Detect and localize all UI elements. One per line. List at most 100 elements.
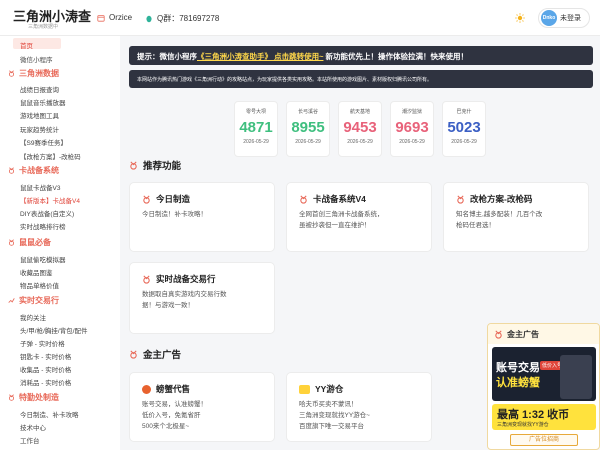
medal-icon <box>130 161 137 170</box>
miniprogram-link[interactable]: 《三角洲小涛查助手》 点击跳转使用~ <box>197 52 323 61</box>
sidebar-item-card-v4[interactable]: 【新版本】卡战备V4 <box>20 195 80 205</box>
login-button[interactable]: Dnko 未登录 <box>538 8 590 28</box>
floating-ad-panel: 金主广告 账号交易 认准螃蟹 低价入号 最高 1:32 收币 三角洲变现就找YY… <box>487 323 600 450</box>
sidebar-item-realtime-rank[interactable]: 实时战略排行榜 <box>20 221 66 231</box>
code-date: 2026-05-29 <box>399 139 425 145</box>
sidebar-group-market[interactable]: 实时交易行 <box>8 295 59 306</box>
sidebar-item-home[interactable]: 首页 <box>20 40 33 50</box>
ad-desc: 账号交易，认准螃蟹！ 低价入号，免氪省肝 500来个北极星~ <box>142 401 207 430</box>
feature-card-gun-mod[interactable]: 改枪方案-改枪码 知名博主,越多配装！几百个改 枪码任君选！ <box>443 182 589 252</box>
notice-miniprogram: 提示：微信小程序《三角洲小涛查助手》 点击跳转使用~ 新功能优先上！操作体验拉满… <box>129 46 593 65</box>
code-card-1: 长弓溪谷 8955 2026-05-29 <box>286 101 330 157</box>
sidebar-group-card-system[interactable]: 卡战备系统 <box>8 165 59 176</box>
sidebar-item-workbench[interactable]: 工作台 <box>20 435 40 445</box>
medal-icon <box>143 275 150 284</box>
ads-section-title: 金主广告 <box>129 347 181 361</box>
sidebar-item-miniprogram[interactable]: 微信小程序 <box>20 54 53 64</box>
author-name: Orzice <box>109 13 133 22</box>
ad-card-yy[interactable]: YY游仓 哈夫币买卖不蒙讯！ 三角洲变现就找YY游仓~ 百度旗下唯一交易平台 <box>286 372 432 442</box>
author-link[interactable]: Orzice <box>97 13 132 22</box>
sidebar-group-crafting[interactable]: 特勤处制造 <box>8 392 59 403</box>
code-map-name: 潮汐监狱 <box>401 109 422 115</box>
code-date: 2026-05-29 <box>347 139 373 145</box>
avatar: Dnko <box>541 10 557 26</box>
ad-recruit-button[interactable]: 广告位招商 <box>510 434 578 446</box>
sidebar-item-daily-report[interactable]: 战绩日报查询 <box>20 84 59 94</box>
code-value: 4871 <box>239 119 273 136</box>
sidebar-item-consumable-price[interactable]: 消耗品 - 实时价格 <box>20 377 71 387</box>
code-card-4: 巴克什 5023 2026-05-29 <box>442 101 486 157</box>
code-card-2: 航天基地 9453 2026-05-29 <box>338 101 382 157</box>
ad-character-image <box>560 355 592 399</box>
ad-desc: 哈夫币买卖不蒙讯！ 三角洲变现就找YY游仓~ 百度旗下唯一交易平台 <box>299 401 370 430</box>
sidebar-item-music-player[interactable]: 鼠鼠音乐播放器 <box>20 97 66 107</box>
medal-icon <box>8 70 15 77</box>
sidebar-item-today-crafting[interactable]: 今日制造、补卡攻略 <box>20 409 79 419</box>
sidebar-item-tech-center[interactable]: 技术中心 <box>20 422 46 432</box>
sidebar-item-my-follow[interactable]: 我的关注 <box>20 312 46 322</box>
sidebar-item-s9-tasks[interactable]: 【S9赛季任务】 <box>20 137 67 147</box>
code-date: 2026-05-29 <box>243 139 269 145</box>
theme-toggle-sun-icon[interactable] <box>515 13 525 23</box>
ad-title: 螃蟹代售 <box>156 384 191 394</box>
code-card-3: 潮汐监狱 9693 2026-05-29 <box>390 101 434 157</box>
code-date: 2026-05-29 <box>451 139 477 145</box>
sidebar-item-keycard-price[interactable]: 钥匙卡 - 实时价格 <box>20 351 71 361</box>
top-header: 三角洲小涛查 三角洲数据中 Orzice Q群：781697278 Dnko 未… <box>0 0 600 36</box>
ad-banner-crab[interactable]: 账号交易 认准螃蟹 低价入号 <box>492 347 596 401</box>
sidebar-group-essentials[interactable]: 鼠鼠必备 <box>8 237 51 248</box>
calendar-icon <box>97 14 105 22</box>
code-date: 2026-05-29 <box>295 139 321 145</box>
medal-icon <box>8 167 15 174</box>
feature-title: 改枪方案-改枪码 <box>470 194 533 204</box>
sidebar-item-collectible-price[interactable]: 收集品 - 实时价格 <box>20 364 71 374</box>
feature-title: 卡战备系统V4 <box>313 194 366 204</box>
code-map-name: 航天基地 <box>349 109 370 115</box>
login-label: 未登录 <box>560 15 581 22</box>
feature-desc: 知名博主,越多配装！几百个改 枪码任君选！ <box>456 211 543 229</box>
code-map-name: 巴克什 <box>456 109 472 115</box>
code-map-name: 零号大坝 <box>245 109 266 115</box>
medal-icon <box>495 330 502 339</box>
code-map-name: 长弓溪谷 <box>297 109 318 115</box>
ad-panel-header: 金主广告 <box>488 324 599 344</box>
feature-desc: 全网首创三角洲卡战备系统， 虽被抄袭但一直在维护！ <box>299 211 384 229</box>
qq-group-link[interactable]: Q群：781697278 <box>145 13 219 24</box>
code-value: 8955 <box>291 119 325 136</box>
crab-icon <box>142 384 151 394</box>
chart-line-icon <box>8 298 15 303</box>
sidebar-item-card-v3[interactable]: 鼠鼠卡战备V3 <box>20 182 60 192</box>
qq-group-text: Q群：781697278 <box>157 14 220 23</box>
feature-title: 实时战备交易行 <box>156 274 216 284</box>
feature-card-card-v4[interactable]: 卡战备系统V4 全网首创三角洲卡战备系统， 虽被抄袭但一直在维护！ <box>286 182 432 252</box>
sidebar-item-ammo-price[interactable]: 子弹 - 实时价格 <box>20 338 65 348</box>
medal-icon <box>300 195 307 204</box>
feature-card-market[interactable]: 实时战备交易行 数据取自真实游戏内交易行数 据！与游戏一致！ <box>129 262 275 334</box>
sidebar-group-data[interactable]: 三角洲数据 <box>8 68 59 79</box>
feature-title: 今日制造 <box>156 194 191 204</box>
code-value: 9693 <box>395 119 429 136</box>
ad-card-crab[interactable]: 螃蟹代售 账号交易，认准螃蟹！ 低价入号，免氪省肝 500来个北极星~ <box>129 372 275 442</box>
medal-icon <box>8 394 15 401</box>
sidebar-item-simulator[interactable]: 鼠鼠偷吃模拟器 <box>20 254 66 264</box>
medal-icon <box>457 195 464 204</box>
sidebar-item-collection[interactable]: 收藏品图鉴 <box>20 267 53 277</box>
sidebar-item-diy-card[interactable]: DIY表战备(自定义) <box>20 208 74 218</box>
sidebar-item-map-tool[interactable]: 游戏地图工具 <box>20 110 59 120</box>
notice-copyright: 本网站作为腾讯热门游戏《三角洲行动》的攻略站点，为玩家提供各类实用攻略。本站所使… <box>129 70 593 88</box>
medal-icon <box>8 239 15 246</box>
sidebar-item-item-value[interactable]: 物品单格价值 <box>20 280 59 290</box>
features-section-title: 推荐功能 <box>129 158 181 172</box>
sidebar-item-gun-mod[interactable]: 【改枪方案】-改枪码 <box>20 151 81 161</box>
feature-desc: 数据取自真实游戏内交易行数 据！与游戏一致！ <box>142 291 227 309</box>
ad-banner-yy[interactable]: 最高 1:32 收币 三角洲变现就找YY游仓 <box>492 404 596 430</box>
feature-card-today-crafting[interactable]: 今日制造 今日制造！补卡攻略！ <box>129 182 275 252</box>
feature-desc: 今日制造！补卡攻略！ <box>142 211 207 218</box>
code-value: 9453 <box>343 119 377 136</box>
medal-icon <box>143 195 150 204</box>
code-card-0: 零号大坝 4871 2026-05-29 <box>234 101 278 157</box>
sidebar-item-gear-accessories[interactable]: 头/甲/枪/胸挂/背包/配件 <box>20 325 88 335</box>
sidebar-item-player-trends[interactable]: 玩家趋势统计 <box>20 124 59 134</box>
qq-icon <box>146 15 152 22</box>
medal-icon <box>130 350 137 359</box>
